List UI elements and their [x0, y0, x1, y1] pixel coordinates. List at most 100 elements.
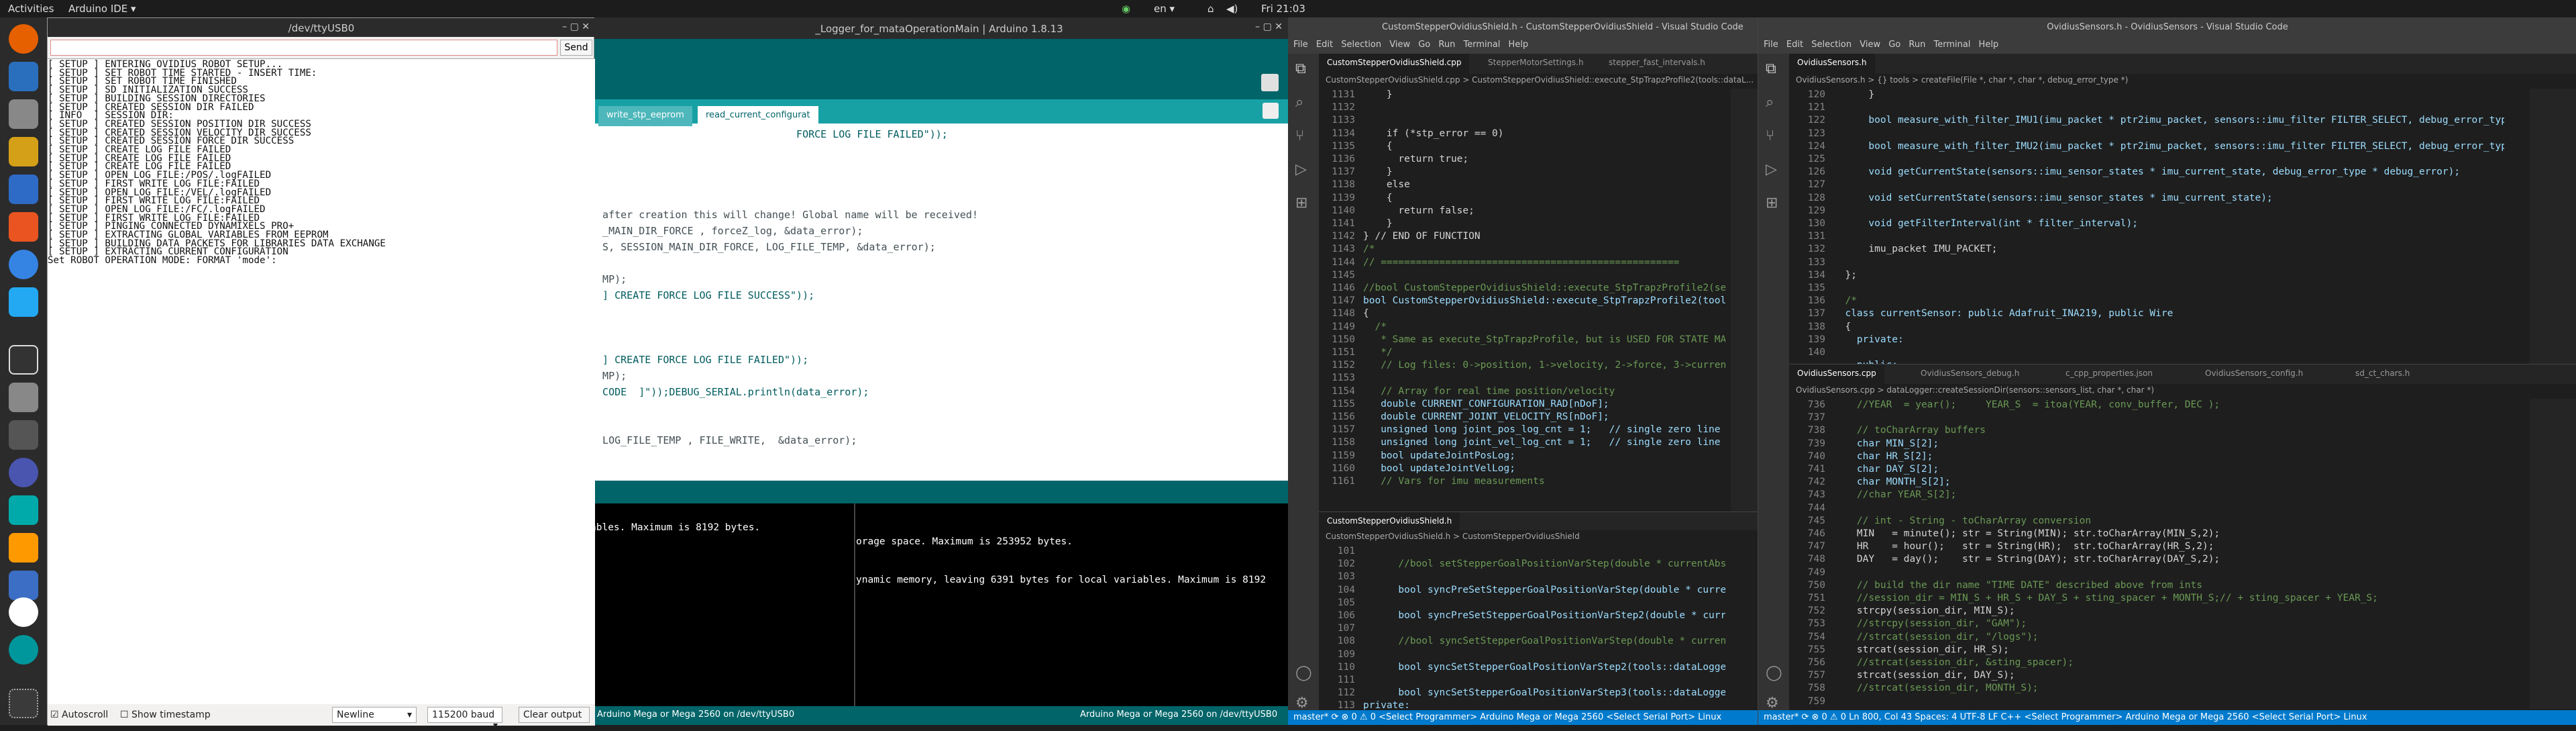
menu-item[interactable]: Selection: [1341, 40, 1389, 50]
terminal-icon[interactable]: [9, 345, 38, 375]
viber-icon[interactable]: [9, 458, 38, 487]
clock[interactable]: Fri 21:03: [1261, 3, 1305, 15]
explorer-icon[interactable]: ⧉: [1766, 60, 1776, 77]
activities-button[interactable]: Activities: [8, 3, 54, 15]
source-control-icon[interactable]: ⑂: [1295, 128, 1304, 144]
minimap[interactable]: [1731, 89, 1758, 511]
writer-icon[interactable]: [9, 175, 38, 204]
editor-tab[interactable]: OvidiusSensors_config.h: [2197, 364, 2311, 385]
matlab-icon[interactable]: [9, 533, 38, 563]
wifi-icon[interactable]: ◉: [1122, 3, 1130, 15]
vscode1-statusbar[interactable]: master* ⟳ ⊗ 0 ⚠ 0 <Select Programmer> Ar…: [1288, 710, 1758, 725]
breadcrumb[interactable]: OvidiusSensors.h > {} tools > createFile…: [1796, 75, 2128, 85]
editor-tab[interactable]: sd_ct_chars.h: [2347, 364, 2418, 385]
vscode2-titlebar: OvidiusSensors.h - OvidiusSensors - Visu…: [1758, 17, 2576, 38]
menu-item[interactable]: Terminal: [1463, 40, 1508, 50]
menu-item[interactable]: Help: [1979, 40, 1999, 50]
arduino-editor[interactable]: FORCE LOG FILE FAILED")); after creation…: [590, 124, 1288, 481]
code-editor[interactable]: } bool measure_with_filter_IMU1(imu_pack…: [1833, 89, 2504, 364]
explorer-icon[interactable]: ⧉: [1295, 60, 1306, 77]
tab-stepper-motor-settings[interactable]: StepperMotorSettings.h: [1480, 54, 1592, 74]
volume-icon[interactable]: ◀): [1226, 3, 1238, 15]
app-menu[interactable]: Arduino IDE ▾: [68, 3, 136, 15]
menu-item[interactable]: File: [1293, 40, 1316, 50]
account-icon[interactable]: ◯: [1295, 665, 1312, 681]
thunderbird-icon[interactable]: [9, 62, 38, 91]
autoscroll-checkbox[interactable]: ☑ Autoscroll: [50, 710, 108, 720]
github-icon[interactable]: [9, 597, 38, 627]
code-line: {: [1363, 308, 1369, 320]
breadcrumb-2[interactable]: OvidiusSensors.cpp > dataLogger::createS…: [1796, 385, 2154, 395]
app-icon[interactable]: [9, 495, 38, 525]
settings-icon[interactable]: [9, 420, 38, 450]
vscode2-menu[interactable]: File Edit Selection View Go Run Terminal…: [1764, 40, 1998, 50]
minimap[interactable]: [2530, 89, 2576, 364]
search-icon[interactable]: ⌕: [1766, 94, 1774, 111]
app2-icon[interactable]: [9, 571, 38, 600]
debug-icon[interactable]: ▷: [1295, 161, 1307, 178]
minimap-2[interactable]: [2530, 399, 2576, 709]
console-line: ynamic memory, leaving 6391 bytes for lo…: [856, 575, 1267, 585]
menu-item[interactable]: View: [1860, 40, 1888, 50]
newline-value: Newline: [337, 710, 374, 720]
firefox-icon[interactable]: [9, 24, 38, 54]
network-icon[interactable]: ⌂: [1208, 3, 1214, 15]
serial-window-controls[interactable]: – ▢ ✕: [562, 21, 590, 32]
files-icon[interactable]: [9, 99, 38, 129]
arduino-icon[interactable]: [9, 635, 38, 665]
timestamp-checkbox[interactable]: ☐ Show timestamp: [120, 710, 211, 720]
manage-icon[interactable]: ⚙: [1295, 695, 1309, 712]
tab-stepper-cpp[interactable]: CustomStepperOvidiusShield.cpp: [1319, 54, 1470, 74]
code-editor-2[interactable]: //bool setStepperGoalPositionVarStep(dou…: [1363, 545, 1725, 710]
serial-output[interactable]: [ SETUP ] ENTERING OVIDIUS ROBOT SETUP..…: [48, 58, 595, 718]
debug-icon[interactable]: ▷: [1766, 161, 1777, 178]
calculator-icon[interactable]: [9, 383, 38, 412]
line-number: 110: [1337, 661, 1355, 673]
extensions-icon[interactable]: ⊞: [1766, 195, 1778, 211]
serial-monitor-icon[interactable]: [1261, 74, 1279, 91]
software-icon[interactable]: [9, 212, 38, 242]
menu-item[interactable]: Go: [1888, 40, 1909, 50]
clear-output-button[interactable]: Clear output: [519, 707, 590, 723]
breadcrumb[interactable]: CustomStepperOvidiusShield.cpp > CustomS…: [1326, 75, 1754, 85]
menu-item[interactable]: Go: [1418, 40, 1438, 50]
code-line: strcpy(session_dir, MIN_S);: [1833, 605, 2015, 617]
menu-item[interactable]: Edit: [1786, 40, 1811, 50]
account-icon[interactable]: ◯: [1766, 665, 1782, 681]
menu-item[interactable]: Selection: [1811, 40, 1860, 50]
code-editor-2[interactable]: //YEAR = year(); YEAR_S = itoa(YEAR, con…: [1833, 399, 2504, 709]
manage-icon[interactable]: ⚙: [1766, 695, 1779, 712]
line-ending-select[interactable]: Newline ▾: [332, 707, 417, 723]
language-indicator[interactable]: en ▾: [1154, 3, 1175, 15]
menu-item[interactable]: Terminal: [1933, 40, 1978, 50]
tab-stepper-fast-intervals[interactable]: stepper_fast_intervals.h: [1601, 54, 1713, 74]
menu-item[interactable]: Help: [1509, 40, 1529, 50]
code-editor[interactable]: } if (*stp_error == 0) { return true; } …: [1363, 89, 1725, 511]
tab-sensors-h[interactable]: OvidiusSensors.h: [1789, 54, 1875, 74]
serial-input[interactable]: [50, 40, 557, 56]
menu-item[interactable]: Run: [1438, 40, 1463, 50]
menu-item[interactable]: Run: [1909, 40, 1933, 50]
vscode1-menu[interactable]: File Edit Selection View Go Run Terminal…: [1293, 40, 1528, 50]
menu-item[interactable]: Edit: [1316, 40, 1341, 50]
rhythmbox-icon[interactable]: [9, 137, 38, 166]
menu-item[interactable]: File: [1764, 40, 1786, 50]
editor-tab[interactable]: c_cpp_properties.json: [2057, 364, 2161, 385]
editor-tab[interactable]: OvidiusSensors.cpp: [1789, 364, 1884, 385]
breadcrumb-2[interactable]: CustomStepperOvidiusShield.h > CustomSte…: [1326, 532, 1580, 541]
window-controls[interactable]: – ▢ ✕: [1255, 21, 1283, 32]
source-control-icon[interactable]: ⑂: [1766, 128, 1774, 144]
vscode2-statusbar[interactable]: master* ⟳ ⊗ 0 ⚠ 0 Ln 800, Col 43 Spaces:…: [1758, 710, 2576, 725]
baud-select[interactable]: 115200 baud ▾: [427, 707, 502, 731]
vscode-icon[interactable]: [9, 287, 38, 317]
extensions-icon[interactable]: ⊞: [1295, 195, 1307, 211]
menu-item[interactable]: View: [1389, 40, 1418, 50]
search-icon[interactable]: ⌕: [1295, 94, 1303, 111]
help-icon[interactable]: [9, 250, 38, 279]
editor-tab[interactable]: OvidiusSensors_debug.h: [1913, 364, 2027, 385]
send-button[interactable]: Send: [560, 40, 592, 56]
show-apps-icon[interactable]: [9, 689, 38, 718]
tab-stepper-h[interactable]: CustomStepperOvidiusShield.h: [1319, 512, 1460, 532]
